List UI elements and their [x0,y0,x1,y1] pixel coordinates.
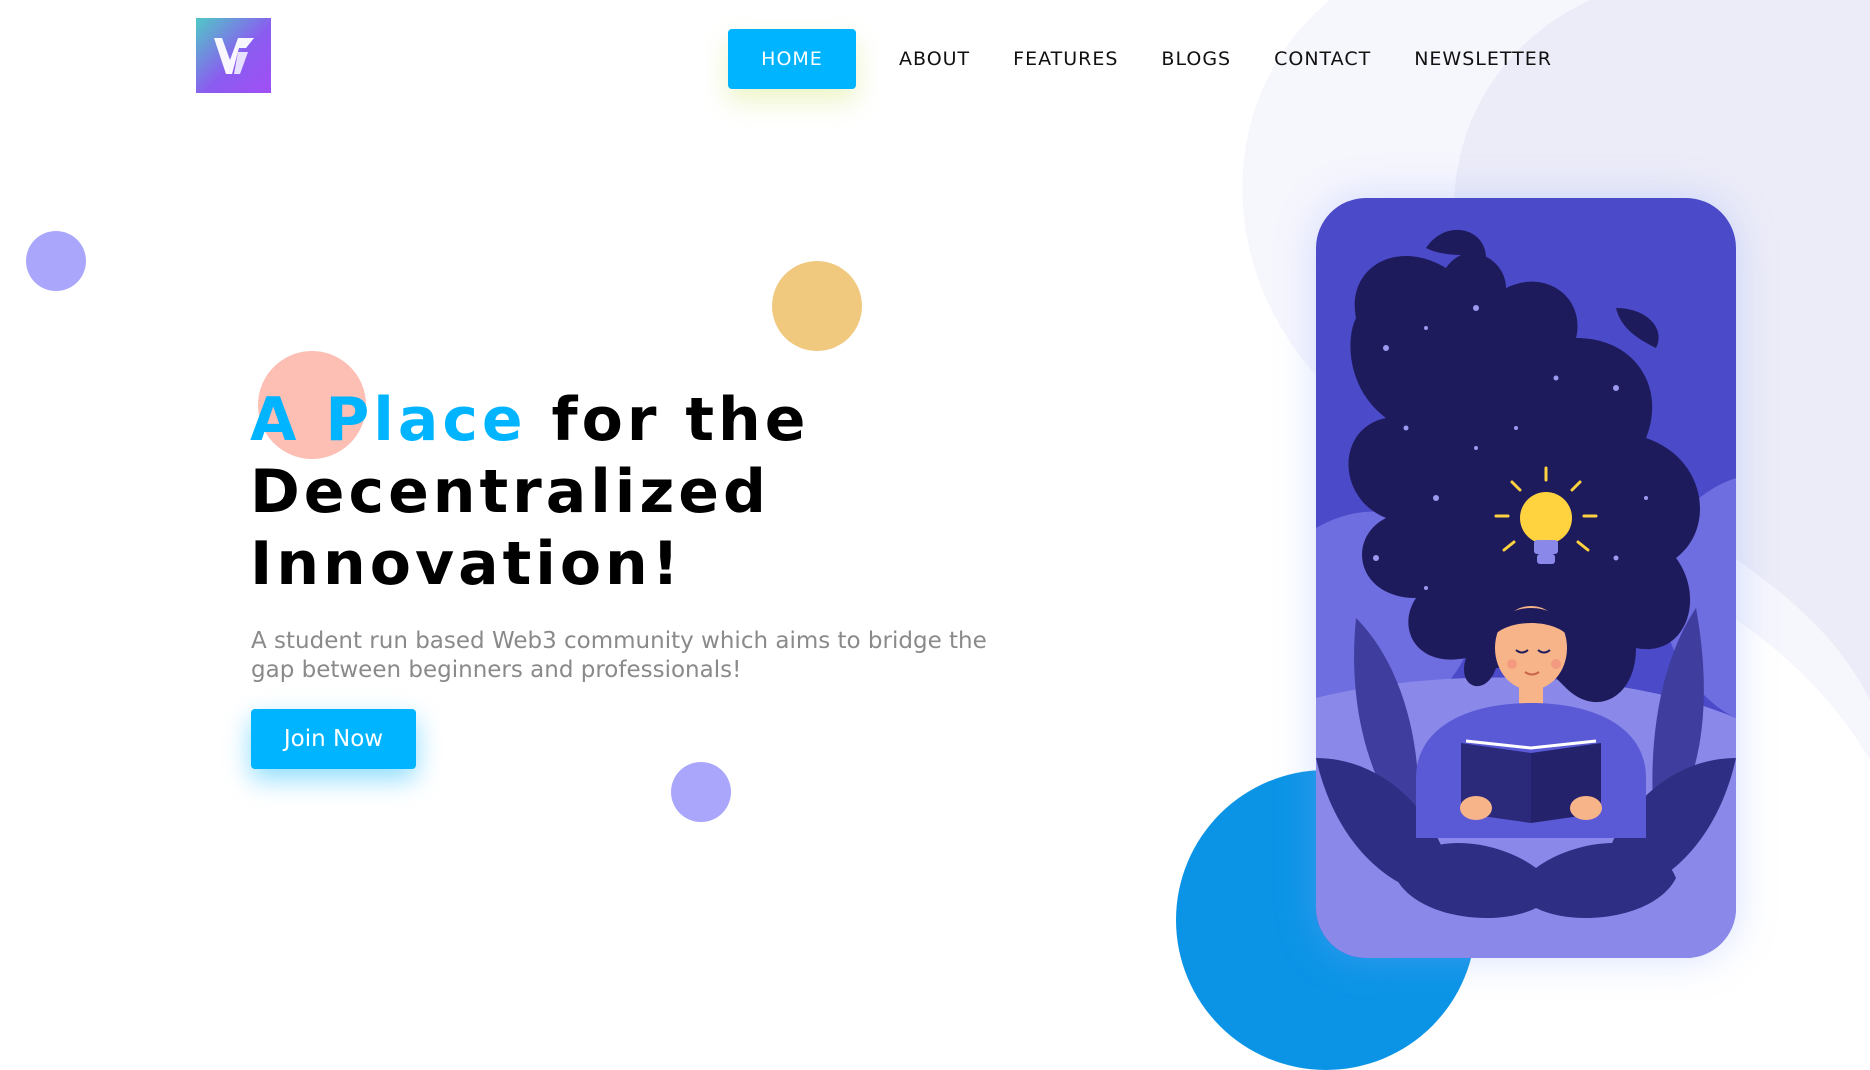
nav-features[interactable]: FEATURES [1013,29,1118,89]
decor-circle-purple [26,231,86,291]
nav-blogs[interactable]: BLOGS [1161,29,1231,89]
hero-title-rest: for the [526,385,810,455]
hero-title-accent: A Place [250,385,527,455]
nav-about[interactable]: ABOUT [899,29,970,89]
hero-title-line2: Decentralized [250,457,770,527]
nav-newsletter[interactable]: NEWSLETTER [1414,29,1552,89]
nav-home[interactable]: HOME [728,29,856,89]
hero-title: A Place for the Decentralized Innovation! [250,384,950,600]
hero-title-line3: Innovation! [250,529,684,599]
decor-circle-purple-small [671,762,731,822]
logo-mark-icon [213,37,254,74]
join-now-button[interactable]: Join Now [251,709,416,769]
illustration-card [1316,198,1736,958]
nav-contact[interactable]: CONTACT [1274,29,1371,89]
logo[interactable] [196,18,271,93]
lightbulb-woman-reading-illustration-icon [1316,198,1736,958]
hero-subtitle: A student run based Web3 community which… [251,628,987,683]
decor-circle-yellow [772,261,862,351]
main-nav: HOME ABOUT FEATURES BLOGS CONTACT NEWSLE… [728,29,1552,89]
